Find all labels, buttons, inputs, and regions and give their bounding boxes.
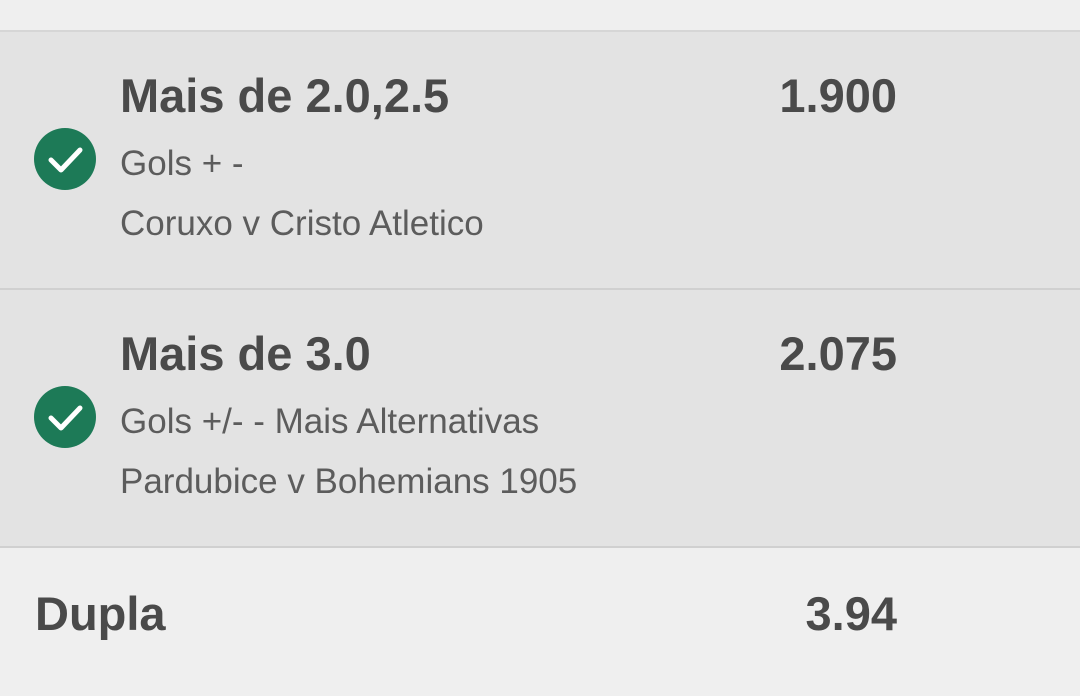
bet-selection-row[interactable]: Mais de 2.0,2.5 1.900 Gols + - Coruxo v … — [0, 32, 1080, 290]
selection-odds: 1.900 — [779, 69, 897, 122]
selection-event: Coruxo v Cristo Atletico — [120, 204, 484, 243]
selection-event: Pardubice v Bohemians 1905 — [120, 462, 578, 501]
selection-odds: 2.075 — [779, 327, 897, 380]
bet-summary: Dupla 3.94 — [0, 548, 1080, 696]
bet-selection-row[interactable]: Mais de 3.0 2.075 Gols +/- - Mais Altern… — [0, 290, 1080, 548]
selection-market: Gols + - — [120, 144, 244, 183]
selection-market: Gols +/- - Mais Alternativas — [120, 402, 540, 441]
selection-title: Mais de 3.0 — [120, 327, 371, 380]
selection-title: Mais de 2.0,2.5 — [120, 69, 450, 122]
total-odds-value: 3.94 — [805, 587, 897, 640]
bet-type-label: Dupla — [35, 587, 166, 640]
top-bar — [0, 0, 1080, 32]
check-circle-icon — [34, 128, 96, 190]
check-circle-icon — [34, 386, 96, 448]
